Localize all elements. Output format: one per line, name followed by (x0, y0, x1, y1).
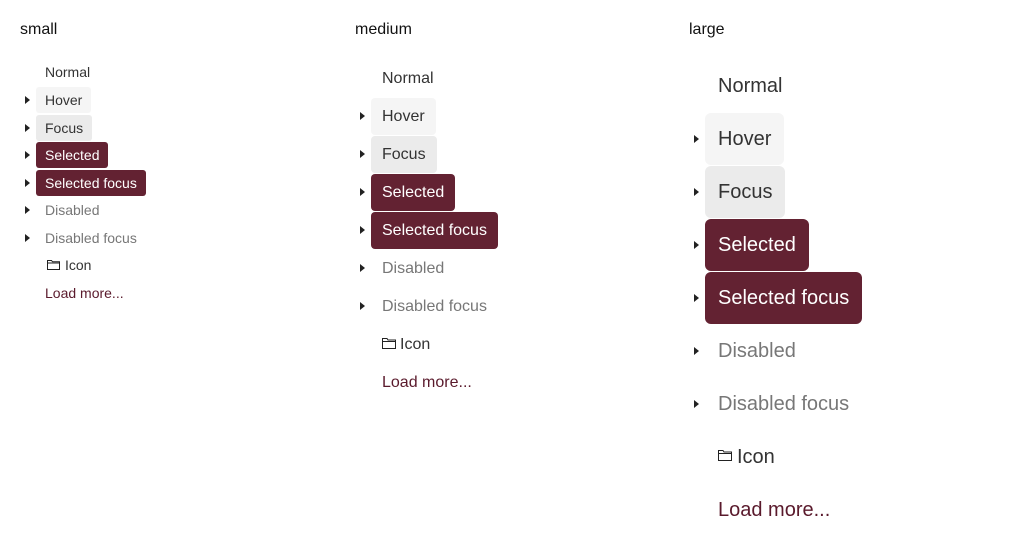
column-title: medium (355, 21, 412, 38)
folder-icon (718, 450, 732, 462)
load-more-label[interactable]: Load more... (36, 280, 133, 306)
expand-caret-icon (694, 347, 699, 355)
tree-item-label: Disabled focus (45, 230, 137, 246)
tree-item-label: Icon (400, 336, 431, 353)
tree-item-label: Hover (36, 87, 92, 113)
load-more-label[interactable]: Load more... (705, 484, 843, 536)
expand-caret-icon (25, 234, 30, 242)
expand-caret-icon[interactable] (360, 226, 365, 234)
expand-caret-icon[interactable] (694, 294, 699, 302)
tree-item-content: Icon (705, 431, 788, 483)
tree-item-label: Selected focus (371, 212, 498, 249)
tree-item-label: Disabled focus (718, 393, 850, 415)
tree-item-label: Normal (718, 75, 783, 97)
tree-item-label: Normal (45, 64, 91, 80)
tree-item-label: Disabled focus (382, 298, 487, 315)
tree-item-label: Disabled (45, 202, 100, 218)
expand-caret-icon[interactable] (694, 188, 699, 196)
tree-item-label: Hover (705, 113, 785, 165)
expand-caret-icon[interactable] (25, 179, 30, 187)
expand-caret-icon[interactable] (360, 150, 365, 158)
tree-item-label: Selected (705, 219, 809, 271)
tree-item-label: Icon (65, 257, 92, 273)
expand-caret-icon[interactable] (25, 96, 30, 104)
tree-item-label: Selected (371, 174, 456, 211)
tree-item-label: Hover (371, 98, 436, 135)
expand-caret-icon (360, 302, 365, 310)
folder-icon (47, 260, 60, 271)
expand-caret-icon[interactable] (360, 112, 365, 120)
column-title: small (20, 21, 58, 38)
expand-caret-icon (694, 400, 699, 408)
tree-item-label: Disabled (718, 340, 796, 362)
tree-item-content: Icon (36, 252, 100, 278)
expand-caret-icon[interactable] (694, 135, 699, 143)
tree-item-label: Focus (371, 136, 437, 173)
expand-caret-icon (25, 206, 30, 214)
expand-caret-icon[interactable] (360, 188, 365, 196)
expand-caret-icon[interactable] (694, 241, 699, 249)
expand-caret-icon[interactable] (25, 151, 30, 159)
tree-item-label: Selected focus (705, 272, 863, 324)
tree-item-label: Focus (705, 166, 786, 218)
expand-caret-icon[interactable] (25, 124, 30, 132)
tree-item-content: Icon (371, 326, 441, 363)
tree-item-label: Selected (36, 142, 109, 168)
column-title: large (689, 21, 725, 38)
load-more-label[interactable]: Load more... (371, 364, 483, 401)
folder-icon (382, 337, 396, 349)
tree-item-label: Normal (382, 70, 434, 87)
tree-item-label: Disabled (382, 260, 445, 277)
tree-item-label: Icon (737, 446, 775, 468)
expand-caret-icon (360, 264, 365, 272)
tree-item-label: Selected focus (36, 170, 146, 196)
tree-item-label: Focus (36, 115, 93, 141)
